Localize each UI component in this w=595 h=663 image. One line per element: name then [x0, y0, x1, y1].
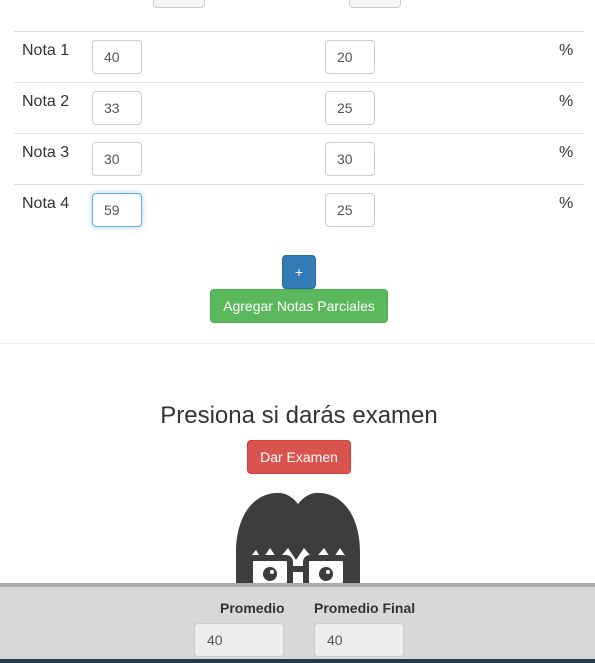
final-average-label: Promedio Final [314, 600, 416, 616]
add-grades-button[interactable]: Agregar Notas Parciales [210, 289, 388, 323]
grade-weight-input[interactable] [325, 40, 375, 74]
grade-label: Nota 4 [22, 195, 70, 212]
percent-sign: % [559, 195, 574, 212]
grade-weight-input[interactable] [325, 193, 375, 227]
percent-sign: % [559, 42, 574, 59]
exam-heading: Presiona si darás examen [160, 402, 438, 429]
grade-weight-input[interactable] [325, 91, 375, 125]
grade-label: Nota 3 [22, 144, 70, 161]
section-divider [0, 343, 595, 344]
final-average-field[interactable] [314, 623, 404, 657]
grade-weight-input[interactable] [325, 142, 375, 176]
footer-averages-bar: Promedio Promedio Final [0, 583, 595, 663]
grade-value-input[interactable] [92, 142, 142, 176]
grade-value-input[interactable] [92, 40, 142, 74]
grade-value-input[interactable] [92, 193, 142, 227]
grade-row: Nota 4 % [14, 185, 584, 235]
grade-row: Nota 2 % [14, 83, 584, 134]
grade-label: Nota 2 [22, 93, 70, 110]
top-control-stub-1[interactable] [153, 0, 205, 8]
grade-row: Nota 1 % [14, 32, 584, 83]
add-row-button[interactable]: + [282, 255, 316, 289]
grade-value-input[interactable] [92, 91, 142, 125]
grade-label: Nota 1 [22, 42, 70, 59]
top-control-stub-2[interactable] [349, 0, 401, 8]
percent-sign: % [559, 93, 574, 110]
take-exam-button[interactable]: Dar Examen [247, 440, 351, 474]
percent-sign: % [559, 144, 574, 161]
bottom-strip [0, 659, 595, 663]
grades-table: Nota 1 % Nota 2 % Nota 3 % Nota 4 % [14, 31, 584, 235]
average-label: Promedio [220, 600, 285, 616]
grade-row: Nota 3 % [14, 134, 584, 185]
average-field[interactable] [194, 623, 284, 657]
